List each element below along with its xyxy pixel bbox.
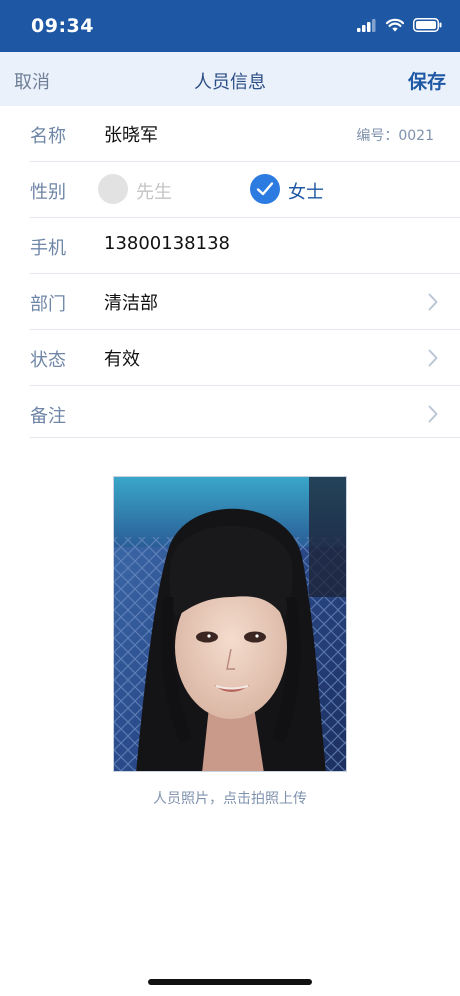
name-row[interactable]: 名称 张晓军 编号：0021 [30,106,460,162]
person-photo[interactable] [113,476,347,772]
radio-ms-label[interactable]: 女士 [288,178,324,204]
department-row[interactable]: 部门 清洁部 [30,274,460,330]
chevron-right-icon [428,349,438,367]
name-field[interactable]: 张晓军 [104,121,158,147]
note-label: 备注 [30,406,66,427]
page-title: 人员信息 [194,72,266,93]
radio-ms[interactable] [250,174,280,204]
phone-row[interactable]: 手机 13800138138 [30,218,460,274]
home-indicator [148,979,312,985]
chevron-right-icon [428,405,438,423]
gender-label: 性别 [30,182,66,203]
chevron-right-icon [428,293,438,311]
phone-label: 手机 [30,238,66,259]
save-button[interactable]: 保存 [408,67,446,94]
checkmark-icon [256,182,274,196]
photo-caption: 人员照片，点击拍照上传 [153,791,307,807]
status-row[interactable]: 状态 有效 [30,330,460,386]
wifi-icon [386,18,404,32]
status-time: 09:34 [31,15,94,37]
phone-field[interactable]: 13800138138 [104,233,230,254]
status-value: 有效 [104,349,140,370]
department-value: 清洁部 [104,293,158,314]
radio-mr-label[interactable]: 先生 [136,178,172,204]
radio-mr[interactable] [98,174,128,204]
status-icons [357,18,442,32]
status-bar: 09:34 [0,0,460,52]
gender-row: 性别 先生 女士 [30,162,460,218]
name-label: 名称 [30,126,66,147]
nav-bar: 取消 人员信息 保存 [0,52,460,106]
employee-id: 编号：0021 [356,128,434,144]
person-photo-image [114,477,346,771]
status-label: 状态 [30,350,66,371]
battery-icon [413,18,442,32]
cellular-signal-icon [357,18,376,32]
department-label: 部门 [30,294,66,315]
note-row[interactable]: 备注 [30,386,460,438]
